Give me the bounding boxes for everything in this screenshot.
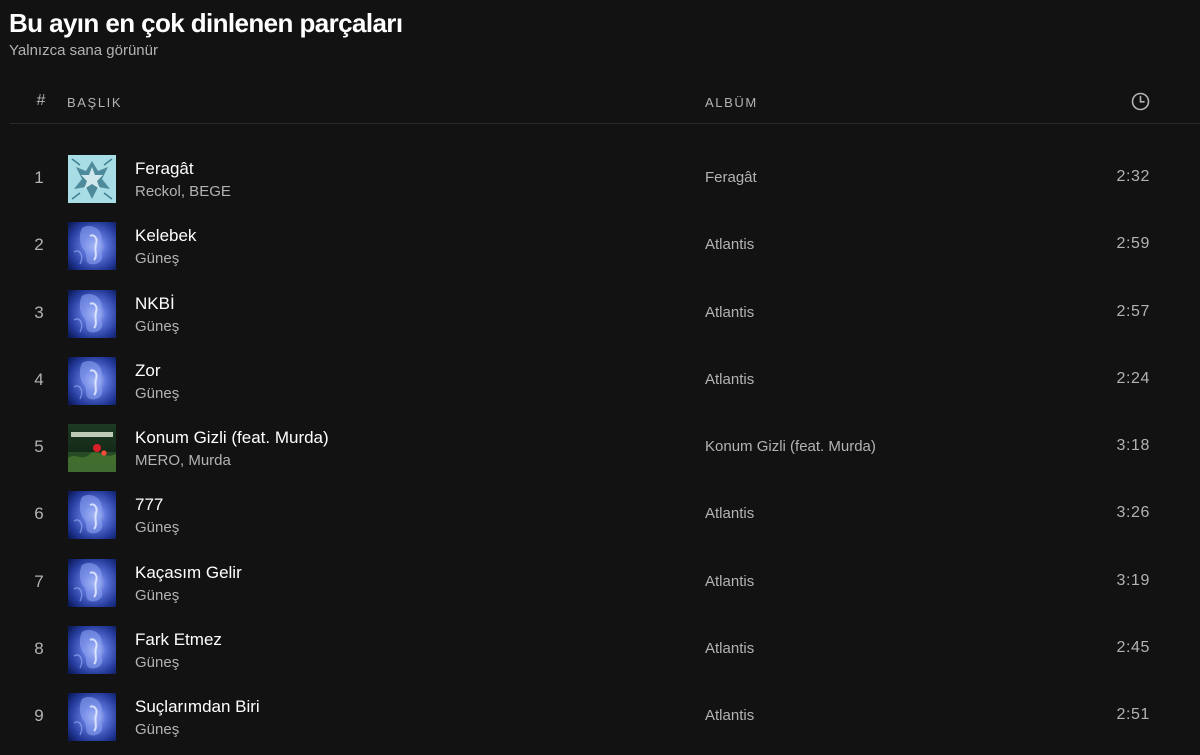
track-number: 8 bbox=[34, 639, 44, 659]
track-title[interactable]: Konum Gizli (feat. Murda) bbox=[135, 428, 329, 448]
track-artists[interactable]: Reckol, BEGE bbox=[135, 183, 231, 200]
track-duration: 3:19 bbox=[1116, 571, 1150, 589]
track-album[interactable]: Atlantis bbox=[705, 371, 754, 388]
track-row[interactable]: 4 Zor Güneş Atlantis 2:24 bbox=[0, 346, 1200, 413]
header-number: # bbox=[36, 92, 46, 109]
track-number: 7 bbox=[34, 571, 44, 591]
track-row[interactable]: 6 777 Güneş Atlantis 3:26 bbox=[0, 480, 1200, 547]
track-album[interactable]: Atlantis bbox=[705, 707, 754, 724]
track-duration: 2:45 bbox=[1116, 639, 1150, 657]
album-cover-image bbox=[68, 491, 116, 540]
track-duration: 2:32 bbox=[1116, 168, 1150, 185]
track-duration: 2:24 bbox=[1116, 369, 1150, 387]
track-number: 6 bbox=[34, 504, 44, 524]
album-cover-image bbox=[68, 558, 116, 607]
track-artists[interactable]: Güneş bbox=[135, 385, 179, 402]
album-cover-image bbox=[68, 626, 116, 675]
track-album[interactable]: Atlantis bbox=[705, 304, 754, 321]
track-artists[interactable]: Güneş bbox=[135, 587, 179, 604]
track-album[interactable]: Atlantis bbox=[705, 573, 754, 590]
track-album[interactable]: Atlantis bbox=[705, 640, 754, 657]
track-album[interactable]: Atlantis bbox=[705, 236, 754, 253]
album-cover-image bbox=[68, 356, 116, 405]
track-number: 3 bbox=[34, 302, 44, 322]
track-title[interactable]: Feragât bbox=[135, 159, 194, 179]
track-number: 2 bbox=[34, 235, 44, 255]
track-artists[interactable]: MERO, Murda bbox=[135, 452, 231, 469]
track-row[interactable]: 5 Konum Gizli (feat. Murda) MERO, Murda … bbox=[0, 413, 1200, 480]
track-artists[interactable]: Güneş bbox=[135, 250, 179, 267]
header-title-column[interactable]: BAŞLIK bbox=[67, 95, 122, 110]
playlist-page: Bu ayın en çok dinlenen parçaları Yalnız… bbox=[0, 0, 1200, 755]
album-cover-image bbox=[68, 155, 116, 203]
tracklist: 1 Feragât Reckol, BEGE Feragât 2:32 2 Ke… bbox=[0, 144, 1200, 750]
track-row[interactable]: 2 Kelebek Güneş Atlantis 2:59 bbox=[0, 211, 1200, 278]
page-title: Bu ayın en çok dinlenen parçaları bbox=[9, 8, 403, 38]
track-album[interactable]: Feragât bbox=[705, 169, 757, 186]
track-artists[interactable]: Güneş bbox=[135, 654, 179, 671]
track-title[interactable]: Zor bbox=[135, 361, 161, 381]
track-title[interactable]: Kelebek bbox=[135, 226, 196, 246]
track-title[interactable]: Fark Etmez bbox=[135, 630, 222, 650]
track-number: 9 bbox=[34, 706, 44, 726]
track-duration: 2:51 bbox=[1116, 706, 1150, 724]
track-artists[interactable]: Güneş bbox=[135, 318, 179, 335]
tracklist-header: # BAŞLIK ALBÜM bbox=[10, 80, 1200, 124]
track-row[interactable]: 7 Kaçasım Gelir Güneş Atlantis 3:19 bbox=[0, 548, 1200, 615]
track-row[interactable]: 1 Feragât Reckol, BEGE Feragât 2:32 bbox=[0, 144, 1200, 211]
track-duration: 3:18 bbox=[1116, 437, 1150, 455]
track-title[interactable]: NKBİ bbox=[135, 294, 175, 314]
track-row[interactable]: 8 Fark Etmez Güneş Atlantis 2:45 bbox=[0, 615, 1200, 682]
track-artists[interactable]: Güneş bbox=[135, 721, 179, 738]
track-number: 4 bbox=[34, 369, 44, 389]
track-album[interactable]: Atlantis bbox=[705, 505, 754, 522]
track-number: 5 bbox=[34, 437, 44, 457]
track-title[interactable]: Suçlarımdan Biri bbox=[135, 697, 260, 717]
track-row[interactable]: 3 NKBİ Güneş Atlantis 2:57 bbox=[0, 279, 1200, 346]
clock-icon[interactable] bbox=[1131, 92, 1150, 111]
track-row[interactable]: 9 Suçlarımdan Biri Güneş Atlantis 2:51 bbox=[0, 682, 1200, 749]
track-duration: 3:26 bbox=[1116, 504, 1150, 522]
track-number: 1 bbox=[34, 168, 44, 187]
header-album-column[interactable]: ALBÜM bbox=[705, 95, 758, 110]
album-cover-image bbox=[68, 222, 116, 271]
track-title[interactable]: Kaçasım Gelir bbox=[135, 563, 242, 583]
album-cover-image bbox=[68, 289, 116, 338]
track-title[interactable]: 777 bbox=[135, 495, 163, 515]
track-duration: 2:57 bbox=[1116, 302, 1150, 320]
album-cover-image bbox=[68, 424, 116, 473]
track-duration: 2:59 bbox=[1116, 235, 1150, 253]
album-cover-image bbox=[68, 693, 116, 742]
page-subtitle: Yalnızca sana görünür bbox=[9, 42, 158, 59]
track-artists[interactable]: Güneş bbox=[135, 519, 179, 536]
track-album[interactable]: Konum Gizli (feat. Murda) bbox=[705, 438, 876, 455]
